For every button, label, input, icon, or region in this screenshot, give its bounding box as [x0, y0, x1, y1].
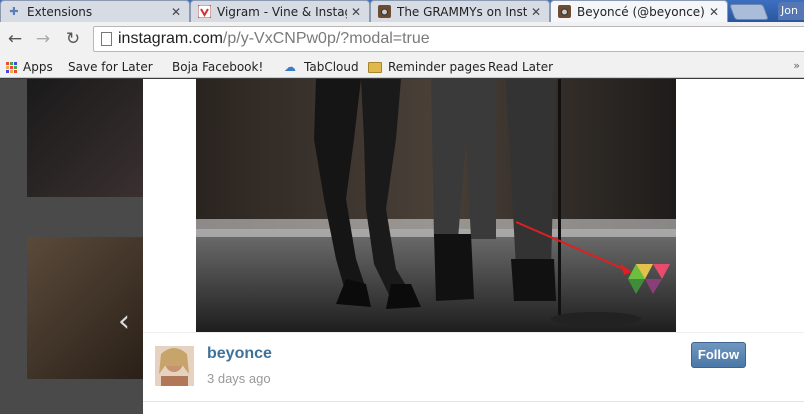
- bookmark-reminder-pages[interactable]: Reminder pages: [368, 58, 486, 76]
- close-icon[interactable]: ✕: [351, 5, 363, 19]
- post-photo: [196, 79, 676, 332]
- page-content: ‹ ›: [0, 79, 804, 414]
- tab-label: Vigram - Vine & Instagr: [217, 4, 347, 19]
- bookmarks-overflow-icon[interactable]: »: [793, 59, 800, 72]
- puzzle-icon: ✚: [9, 5, 19, 18]
- divider: [143, 401, 804, 402]
- username-link[interactable]: beyonce: [207, 345, 272, 363]
- post-modal: beyonce 3 days ago Follow: [143, 79, 804, 414]
- avatar[interactable]: [155, 346, 194, 386]
- back-arrow-icon[interactable]: ←: [4, 28, 26, 50]
- close-icon[interactable]: ✕: [709, 5, 721, 19]
- background-photo: [27, 79, 145, 197]
- address-bar[interactable]: instagram.com/p/y-VxCNPw0p/?modal=true: [93, 26, 804, 52]
- photo-scene: [196, 79, 676, 332]
- bookmark-tabcloud[interactable]: ☁ TabCloud: [284, 58, 359, 76]
- tab-label: Beyoncé (@beyonce) •: [577, 4, 705, 19]
- instagram-icon: [377, 5, 391, 19]
- bookmark-label: Boja Facebook!: [172, 60, 264, 74]
- new-tab-button[interactable]: [729, 4, 769, 20]
- tab-beyonce[interactable]: Beyoncé (@beyonce) • ✕: [550, 0, 728, 22]
- bookmarks-bar: Apps Save for Later Boja Facebook! ☁ Tab…: [0, 56, 804, 150]
- close-icon[interactable]: ✕: [171, 5, 183, 19]
- url-host: instagram.com: [118, 30, 223, 47]
- url-path: /p/y-VxCNPw0p/?modal=true: [222, 30, 430, 47]
- page-icon: [101, 32, 112, 46]
- reload-icon[interactable]: ↻: [62, 28, 84, 50]
- forward-arrow-icon[interactable]: →: [32, 28, 54, 50]
- bookmark-boja-facebook[interactable]: Boja Facebook!: [172, 58, 264, 150]
- bookmark-label: Reminder pages: [388, 60, 486, 74]
- close-icon[interactable]: ✕: [531, 5, 543, 19]
- toolbar: ← → ↻ instagram.com/p/y-VxCNPw0p/?modal=…: [0, 22, 804, 56]
- profile-button[interactable]: Jon: [778, 2, 804, 20]
- tab-extensions[interactable]: ✚ Extensions ✕: [0, 0, 190, 22]
- vigram-icon: [197, 5, 211, 19]
- previous-arrow-icon[interactable]: ‹: [118, 307, 130, 337]
- tab-label: Extensions: [27, 4, 93, 19]
- post-timestamp: 3 days ago: [207, 371, 271, 386]
- folder-icon: [368, 61, 382, 73]
- tab-strip: ✚ Extensions ✕ Vigram - Vine & Instagr ✕…: [0, 0, 804, 22]
- bookmark-read-later[interactable]: Read Later: [488, 58, 554, 150]
- follow-button[interactable]: Follow: [691, 342, 746, 368]
- tab-label: The GRAMMYs on Insta: [397, 4, 527, 19]
- post-header: beyonce 3 days ago Follow: [143, 332, 804, 402]
- bookmark-apps[interactable]: Apps: [6, 58, 53, 76]
- bookmark-label: Read Later: [488, 60, 554, 74]
- cloud-icon: ☁: [284, 60, 296, 74]
- bookmark-label: TabCloud: [304, 60, 359, 74]
- apps-icon: [6, 61, 17, 73]
- bookmark-label: Apps: [23, 60, 53, 74]
- tab-vigram[interactable]: Vigram - Vine & Instagr ✕: [190, 0, 370, 22]
- bookmark-label: Save for Later: [68, 60, 153, 74]
- tab-grammys[interactable]: The GRAMMYs on Insta ✕: [370, 0, 550, 22]
- bookmark-save-for-later[interactable]: Save for Later: [68, 58, 153, 150]
- url-text: instagram.com/p/y-VxCNPw0p/?modal=true: [118, 30, 430, 48]
- instagram-icon: [557, 5, 571, 19]
